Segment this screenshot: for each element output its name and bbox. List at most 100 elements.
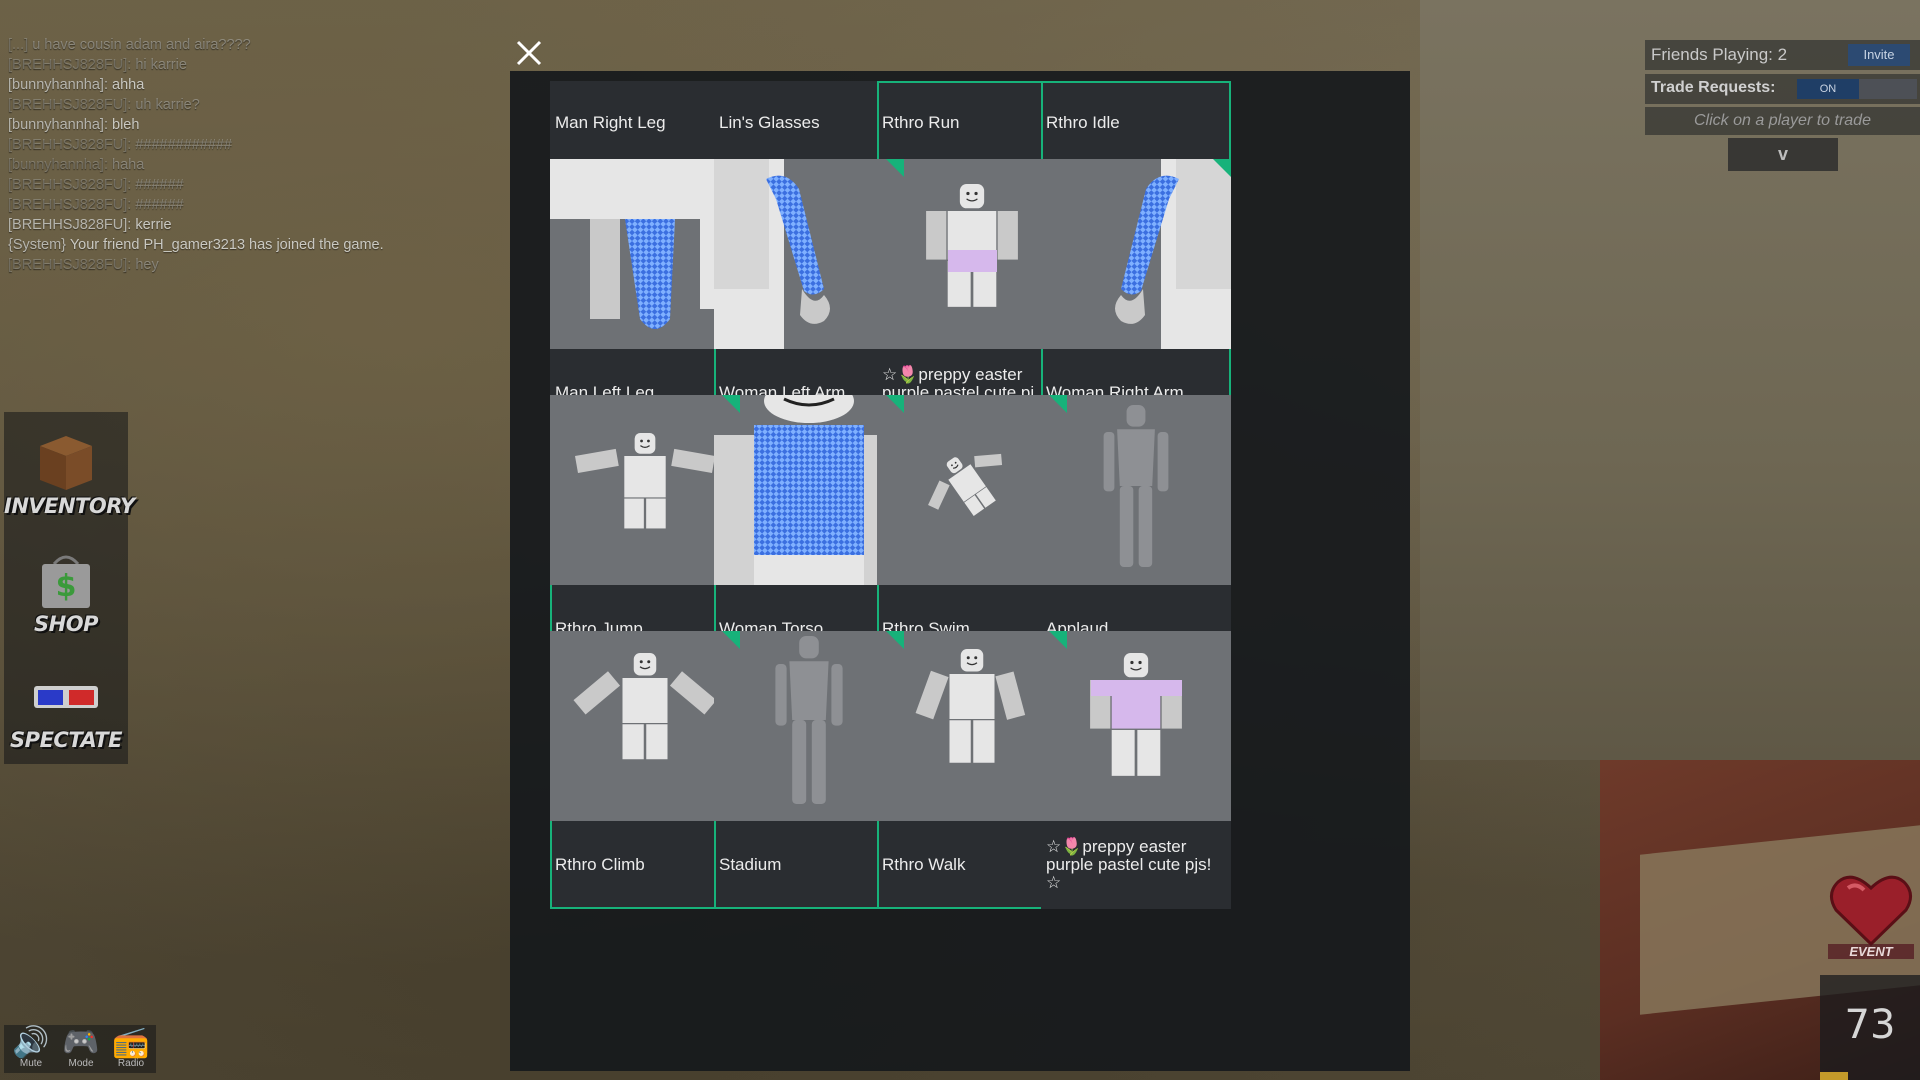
item-name: Man Right Leg: [555, 113, 666, 132]
shopping-bag-icon: $: [42, 555, 90, 608]
chat-username: [BREHHSJ828FU]:: [8, 97, 132, 113]
trade-requests-toggle[interactable]: ON: [1797, 79, 1917, 99]
chat-message: [bunnyhannha]: bleh: [8, 115, 478, 135]
inventory-item-card[interactable]: Rthro Run: [877, 81, 1067, 167]
close-inventory-button[interactable]: [514, 38, 544, 68]
chat-text: uh karrie?: [135, 97, 200, 113]
inventory-item-card[interactable]: Rthro Walk: [877, 631, 1067, 909]
friends-playing-bar: Friends Playing: 2 Invite: [1645, 40, 1920, 70]
item-thumbnail: [714, 395, 904, 585]
shop-label: SHOP: [34, 612, 98, 636]
chat-username: [bunnyhannha]:: [8, 157, 108, 173]
shop-button[interactable]: $ SHOP: [4, 538, 128, 648]
chat-text: ######: [135, 177, 184, 193]
equipped-marker: [1049, 395, 1067, 413]
inventory-item-card[interactable]: Stadium: [714, 631, 904, 909]
chat-message: [BREHHSJ828FU]: uh karrie?: [8, 95, 478, 115]
chat-username: [bunnyhannha]:: [8, 77, 108, 93]
collapse-button[interactable]: v: [1728, 138, 1838, 171]
radio-icon: 📻: [112, 1026, 150, 1059]
item-thumbnail: [714, 159, 904, 349]
chat-message: [BREHHSJ828FU]: ######: [8, 195, 478, 215]
chat-text: ############: [135, 137, 233, 153]
mute-button[interactable]: 🔊 Mute: [6, 1027, 56, 1071]
chat-text: ######: [135, 197, 184, 213]
chat-text: Your friend PH_gamer3213 has joined the …: [69, 237, 384, 253]
item-thumbnail: [550, 159, 740, 349]
toggle-on-state: ON: [1797, 79, 1859, 99]
speaker-icon: 🔊: [12, 1026, 50, 1059]
friends-playing-text: Friends Playing: 2: [1651, 45, 1788, 64]
item-name: Rthro Climb: [555, 855, 645, 874]
mode-label: Mode: [68, 1058, 94, 1069]
radio-button[interactable]: 📻 Radio: [106, 1027, 156, 1071]
trade-hint: Click on a player to trade: [1645, 107, 1920, 135]
chat-text: hi karrie: [135, 57, 187, 73]
item-thumbnail: [714, 631, 904, 821]
chat-text: hey: [135, 257, 159, 273]
item-name: Rthro Idle: [1046, 113, 1120, 132]
climb-preview: [573, 653, 717, 760]
chat-message: [bunnyhannha]: ahha: [8, 75, 478, 95]
event-button[interactable]: EVENT: [1828, 872, 1914, 964]
round-timer: 73: [1820, 975, 1920, 1080]
walk-preview: [915, 649, 1026, 763]
chat-username: {System}: [8, 237, 67, 253]
item-thumbnail: [877, 159, 1067, 349]
chat-message: [bunnyhannha]: haha: [8, 155, 478, 175]
pj-pants-preview: [926, 184, 1018, 307]
chat-username: [bunnyhannha]:: [8, 117, 108, 133]
jump-preview: [574, 433, 716, 529]
swim-preview: [928, 453, 1003, 516]
inventory-label: INVENTORY: [4, 494, 135, 518]
gamepad-icon: 🎮: [62, 1026, 100, 1059]
arm-left-preview: [714, 159, 830, 349]
mode-button[interactable]: 🎮 Mode: [56, 1027, 106, 1071]
stadium-preview: [775, 636, 843, 804]
inventory-button[interactable]: INVENTORY: [4, 420, 135, 530]
mute-label: Mute: [19, 1058, 43, 1069]
inventory-item-card[interactable]: Rthro Idle: [1041, 81, 1231, 167]
spectate-button[interactable]: SPECTATE: [4, 654, 128, 764]
inventory-item-card[interactable]: Man Right Leg: [550, 81, 740, 167]
invite-button[interactable]: Invite: [1848, 44, 1910, 66]
chat-message: [BREHHSJ828FU]: hi karrie: [8, 55, 478, 75]
applaud-preview: [1103, 405, 1169, 567]
item-thumbnail: [877, 631, 1067, 821]
chat-message: [BREHHSJ828FU]: ######: [8, 175, 478, 195]
event-label: EVENT: [1828, 944, 1914, 959]
inventory-panel: Man Right Leg Lin's Glasses Rthro Run Rthro…: [510, 71, 1410, 1071]
chat-text: bleh: [112, 117, 140, 133]
timer-progress: [1820, 1072, 1848, 1080]
item-thumbnail: [877, 395, 1067, 585]
equipped-marker: [886, 395, 904, 413]
close-icon: [516, 40, 542, 66]
item-thumbnail: [1041, 159, 1231, 349]
leg-left-preview: [550, 159, 740, 329]
item-name: Lin's Glasses: [719, 113, 820, 132]
equipped-marker: [1213, 159, 1231, 177]
side-toolbar: INVENTORY $ SHOP SPECTATE: [4, 412, 135, 764]
arm-right-preview: [1115, 159, 1231, 349]
equipped-marker: [722, 395, 740, 413]
inventory-item-card[interactable]: Lin's Glasses: [714, 81, 904, 167]
item-name: Rthro Walk: [882, 855, 966, 874]
inventory-item-card[interactable]: ☆🌷preppy easter purple pastel cute pjs!☆: [1041, 631, 1231, 909]
equipped-marker: [886, 631, 904, 649]
torso-preview: [714, 395, 904, 585]
inventory-item-card[interactable]: Rthro Climb: [550, 631, 740, 909]
chat-username: [BREHHSJ828FU]:: [8, 217, 132, 233]
trade-requests-label: Trade Requests:: [1651, 79, 1776, 96]
heart-icon: [1830, 875, 1912, 947]
item-name: Rthro Run: [882, 113, 960, 132]
equipped-marker: [886, 159, 904, 177]
audio-controls: 🔊 Mute 🎮 Mode 📻 Radio: [4, 1025, 156, 1073]
trade-requests-bar: Trade Requests: ON: [1645, 74, 1920, 104]
chat-message: [BREHHSJ828FU]: kerrie: [8, 215, 478, 235]
chat-text: ahha: [112, 77, 145, 93]
chat-username: [BREHHSJ828FU]:: [8, 137, 132, 153]
spectate-label: SPECTATE: [10, 728, 122, 752]
chat-message: [BREHHSJ828FU]: ############: [8, 135, 478, 155]
svg-text:$: $: [56, 569, 77, 604]
item-thumbnail: [550, 631, 740, 821]
